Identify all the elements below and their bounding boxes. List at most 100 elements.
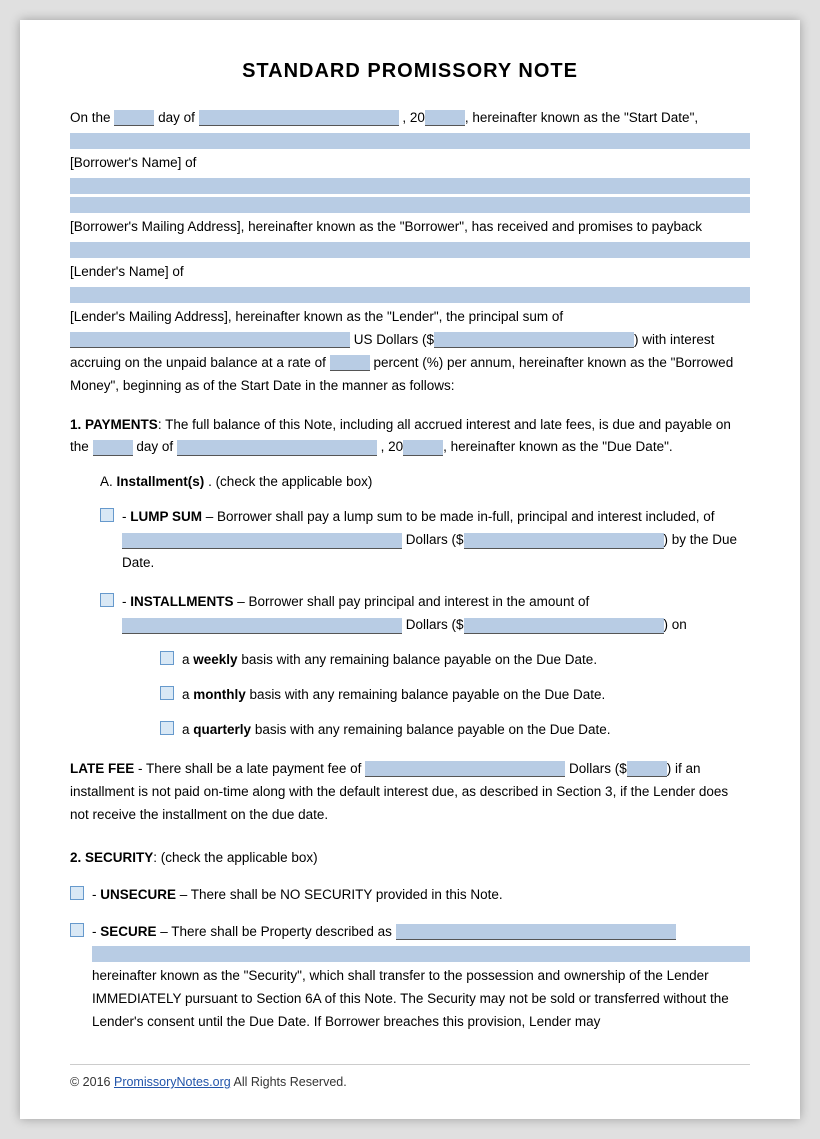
- due-day-field[interactable]: [93, 440, 133, 456]
- weekly-text: a weekly basis with any remaining balanc…: [182, 649, 750, 672]
- lump-sum-dollars: Dollars ($: [406, 532, 464, 547]
- borrower-name-field[interactable]: [70, 133, 750, 149]
- late-fee-text: - There shall be a late payment fee of: [138, 761, 361, 776]
- lender-mailing-label: [Lender's Mailing Address], hereinafter …: [70, 309, 563, 324]
- unsecure-desc: – There shall be NO SECURITY provided in…: [180, 887, 503, 902]
- monthly-text: a monthly basis with any remaining balan…: [182, 684, 750, 707]
- unsecure-text: - UNSECURE – There shall be NO SECURITY …: [92, 884, 750, 907]
- us-dollars-label: US Dollars ($: [354, 332, 434, 347]
- lump-sum-text: - LUMP SUM – Borrower shall pay a lump s…: [122, 506, 750, 575]
- section-1-day-text: day of: [136, 439, 173, 454]
- sub-a-text: . (check the applicable box): [208, 474, 372, 489]
- lump-sum-checkbox[interactable]: [100, 508, 114, 522]
- secure-text: - SECURE – There shall be Property descr…: [92, 921, 750, 1035]
- security-property-field-1[interactable]: [396, 924, 676, 940]
- section-2-number: 2.: [70, 850, 81, 865]
- due-year-field[interactable]: [403, 440, 443, 456]
- weekly-desc: basis with any remaining balance payable…: [241, 652, 597, 667]
- rate-field[interactable]: [330, 355, 370, 371]
- monthly-label: monthly: [193, 687, 246, 702]
- section-1-title: PAYMENTS: [85, 417, 158, 432]
- intro-on-the: On the: [70, 110, 111, 125]
- footer-rights: All Rights Reserved.: [233, 1075, 346, 1089]
- year-field[interactable]: [425, 110, 465, 126]
- late-fee-amount-field[interactable]: [365, 761, 565, 777]
- security-property-field-2[interactable]: [92, 946, 750, 962]
- section-1-year-prefix: , 20: [381, 439, 404, 454]
- installments-dollars: Dollars ($: [406, 617, 464, 632]
- lump-sum-desc: – Borrower shall pay a lump sum to be ma…: [206, 509, 715, 524]
- weekly-prefix: a: [182, 652, 190, 667]
- lump-sum-amount-field[interactable]: [122, 533, 402, 549]
- lump-sum-dollars-field[interactable]: [464, 533, 664, 549]
- installments-on: ) on: [664, 617, 687, 632]
- section-1: 1. PAYMENTS: The full balance of this No…: [70, 414, 750, 827]
- borrower-address-field-2[interactable]: [70, 197, 750, 213]
- security-label: hereinafter known as the "Security", whi…: [92, 968, 729, 1029]
- quarterly-prefix: a: [182, 722, 190, 737]
- quarterly-text: a quarterly basis with any remaining bal…: [182, 719, 750, 742]
- frequency-options: a weekly basis with any remaining balanc…: [160, 649, 750, 742]
- intro-paragraph: On the day of , 20 , hereinafter known as…: [70, 107, 750, 398]
- intro-year-prefix: , 20: [402, 110, 425, 125]
- secure-checkbox[interactable]: [70, 923, 84, 937]
- quarterly-label: quarterly: [193, 722, 251, 737]
- section-2-header: 2. SECURITY: (check the applicable box): [70, 847, 750, 870]
- weekly-label: weekly: [193, 652, 237, 667]
- monthly-row: a monthly basis with any remaining balan…: [160, 684, 750, 707]
- section-2-title: SECURITY: [85, 850, 153, 865]
- section-2: 2. SECURITY: (check the applicable box) …: [70, 847, 750, 1035]
- unsecure-row: - UNSECURE – There shall be NO SECURITY …: [70, 884, 750, 907]
- lender-name-field[interactable]: [70, 242, 750, 258]
- monthly-prefix: a: [182, 687, 190, 702]
- sub-a-header: A. Installment(s) . (check the applicabl…: [100, 471, 750, 494]
- installments-row: - INSTALLMENTS – Borrower shall pay prin…: [100, 591, 750, 637]
- weekly-row: a weekly basis with any remaining balanc…: [160, 649, 750, 672]
- day-field[interactable]: [114, 110, 154, 126]
- intro-hereinafter-start: , hereinafter known as the "Start Date",: [465, 110, 698, 125]
- section-1-number: 1.: [70, 417, 81, 432]
- sub-section-a: A. Installment(s) . (check the applicabl…: [100, 471, 750, 741]
- due-date-field[interactable]: [177, 440, 377, 456]
- quarterly-desc: basis with any remaining balance payable…: [255, 722, 611, 737]
- late-fee-title: LATE FEE: [70, 761, 134, 776]
- section-2-text: : (check the applicable box): [153, 850, 317, 865]
- sub-a-title: Installment(s): [117, 474, 205, 489]
- dollars-field[interactable]: [434, 332, 634, 348]
- unsecure-label: UNSECURE: [100, 887, 176, 902]
- section-1-header: 1. PAYMENTS: The full balance of this No…: [70, 414, 750, 460]
- installments-text: - INSTALLMENTS – Borrower shall pay prin…: [122, 591, 750, 637]
- borrower-mailing-label: [Borrower's Mailing Address], hereinafte…: [70, 219, 702, 234]
- late-fee-section: LATE FEE - There shall be a late payment…: [70, 758, 750, 827]
- lump-sum-label: LUMP SUM: [130, 509, 202, 524]
- section-1-hereinafter: , hereinafter known as the "Due Date".: [443, 439, 672, 454]
- lump-sum-row: - LUMP SUM – Borrower shall pay a lump s…: [100, 506, 750, 575]
- installments-dollars-field[interactable]: [464, 618, 664, 634]
- footer-site-link[interactable]: PromissoryNotes.org: [114, 1075, 231, 1089]
- monthly-checkbox[interactable]: [160, 686, 174, 700]
- borrower-address-field-1[interactable]: [70, 178, 750, 194]
- document-page: STANDARD PROMISSORY NOTE On the day of ,…: [20, 20, 800, 1119]
- installments-checkbox[interactable]: [100, 593, 114, 607]
- secure-label: SECURE: [100, 924, 156, 939]
- date-field[interactable]: [199, 110, 399, 126]
- secure-text-before: – There shall be Property described as: [160, 924, 392, 939]
- installments-amount-field[interactable]: [122, 618, 402, 634]
- secure-row: - SECURE – There shall be Property descr…: [70, 921, 750, 1035]
- sub-a-label: A.: [100, 474, 113, 489]
- intro-day-of: day of: [158, 110, 195, 125]
- lender-address-field[interactable]: [70, 287, 750, 303]
- monthly-desc: basis with any remaining balance payable…: [250, 687, 606, 702]
- unsecure-checkbox[interactable]: [70, 886, 84, 900]
- lender-name-label: [Lender's Name] of: [70, 264, 184, 279]
- quarterly-checkbox[interactable]: [160, 721, 174, 735]
- late-fee-dollars: Dollars ($: [569, 761, 627, 776]
- document-title: STANDARD PROMISSORY NOTE: [70, 60, 750, 83]
- borrower-name-label: [Borrower's Name] of: [70, 155, 196, 170]
- weekly-checkbox[interactable]: [160, 651, 174, 665]
- installments-label: INSTALLMENTS: [130, 594, 233, 609]
- late-fee-dollars-field[interactable]: [627, 761, 667, 777]
- quarterly-row: a quarterly basis with any remaining bal…: [160, 719, 750, 742]
- footer: © 2016 PromissoryNotes.org All Rights Re…: [70, 1064, 750, 1089]
- principal-amount-field[interactable]: [70, 332, 350, 348]
